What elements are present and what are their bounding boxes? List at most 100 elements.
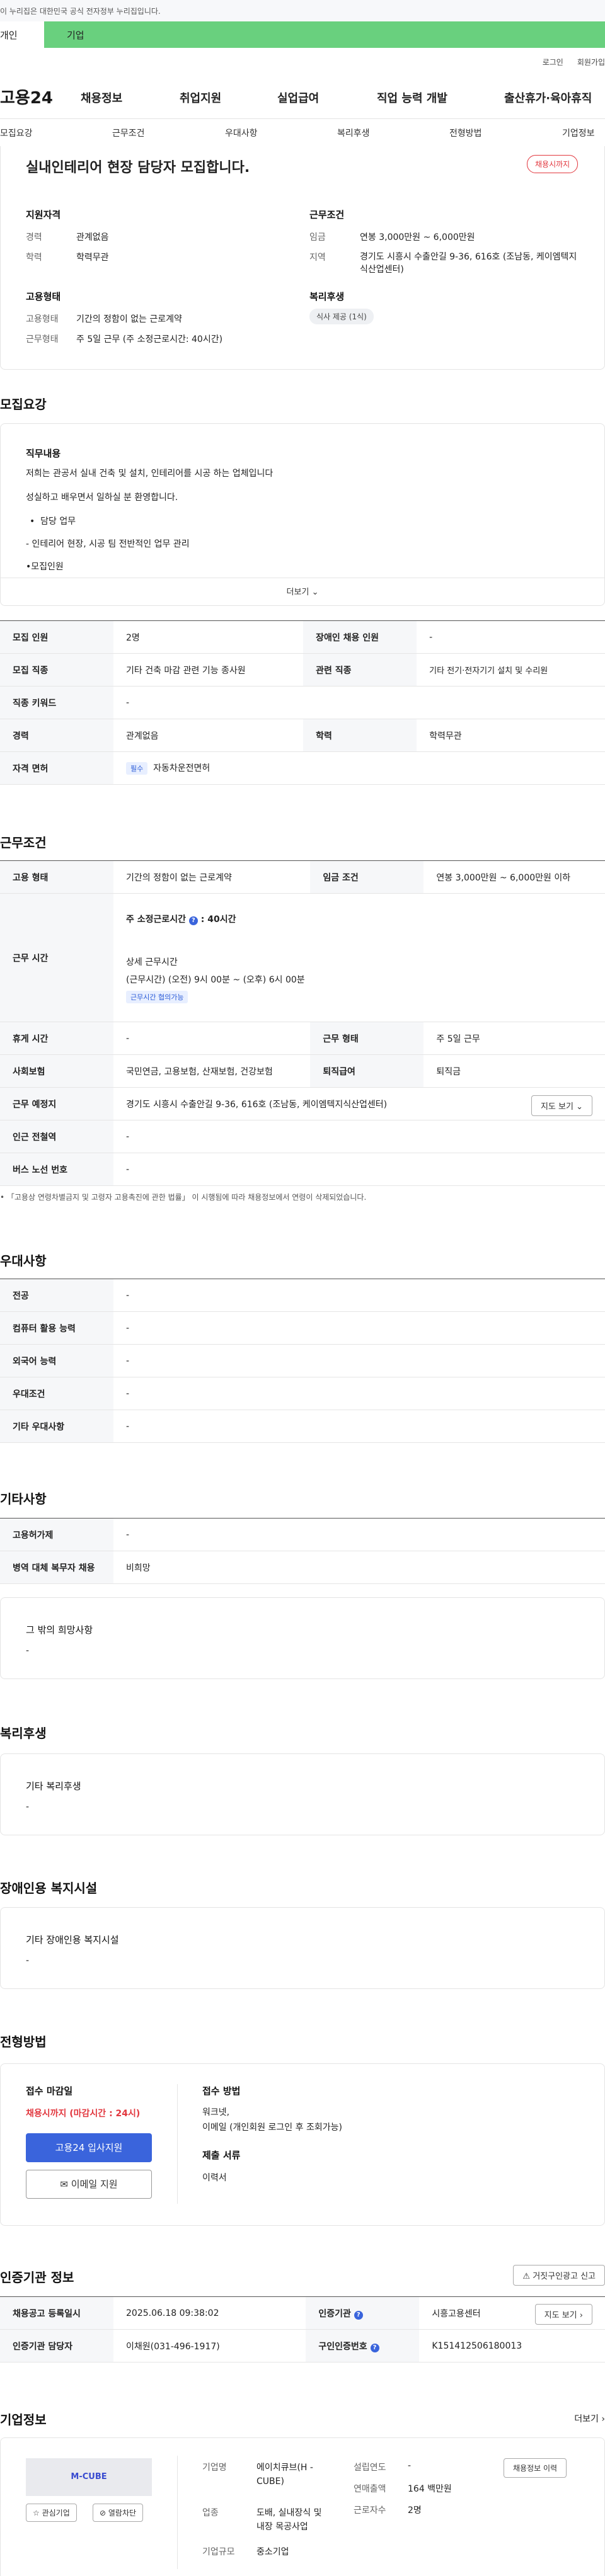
wage-label: 임금: [309, 232, 326, 242]
recruit-heading: 모집요강: [0, 397, 47, 412]
gnb-item-leave[interactable]: 출산휴가·육아휴직: [504, 89, 592, 106]
more-label: 더보기: [286, 588, 309, 597]
block-button[interactable]: ⊘ 열람차단: [93, 2504, 144, 2522]
gov-notice-text: 이 누리집은 대한민국 공식 전자정부 누리집입니다.: [0, 7, 161, 16]
table-row: 모집 직종 기타 건축 마감 관련 기능 종사원 관련 직종 기타 전기·전자기기 설…: [0, 653, 605, 687]
cell-value: 주 5일 근무: [424, 1022, 605, 1055]
qual-title: 지원자격: [26, 209, 61, 220]
cell-value: 관계없음: [113, 719, 304, 752]
cell-value: 비희망: [113, 1551, 605, 1584]
apply-button[interactable]: 고용24 입사지원: [26, 2133, 152, 2162]
industry-label: 업종: [202, 2508, 219, 2518]
size-label: 기업규모: [202, 2547, 235, 2557]
cell-value: -: [113, 1410, 605, 1443]
apply-label: 고용24 입사지원: [55, 2142, 123, 2153]
cell-label: 근무 예정지: [0, 1087, 113, 1120]
work-hours-label: 근무형태: [26, 334, 59, 345]
subnav-company[interactable]: 기업정보: [562, 127, 595, 139]
gnb-item-training[interactable]: 직업 능력 개발: [377, 89, 447, 106]
duty-bullet: • 담당 업무: [30, 516, 76, 527]
interest-button[interactable]: ☆ 관심기업: [26, 2504, 77, 2522]
emp-title: 고용형태: [26, 291, 61, 302]
subnav-pref[interactable]: 우대사항: [225, 127, 258, 139]
subnav-process[interactable]: 전형방법: [449, 127, 482, 139]
cell-value: -: [113, 1279, 605, 1312]
cell-label: 구인인증번호 ?: [306, 2329, 420, 2362]
hire-history-button[interactable]: 채용정보 이력: [504, 2458, 567, 2478]
tab-individual[interactable]: 개인: [0, 21, 44, 48]
detail-hours-value: (근무시간) (오전) 9시 00분 ~ (오후) 6시 00분: [126, 974, 305, 985]
bell-icon: ⚠: [522, 2272, 531, 2281]
cell-label: 채용공고 등록일시: [0, 2296, 113, 2330]
info-icon[interactable]: ?: [188, 916, 198, 925]
site-logo[interactable]: 고용24: [0, 85, 53, 108]
table-row: 경력 관계없음 학력 학력무관: [0, 719, 605, 752]
company-more-link[interactable]: 더보기 ›: [574, 2412, 605, 2425]
table-row: 사회보험 국민연금, 고용보험, 산재보험, 건강보험 퇴직급여 퇴직금: [0, 1054, 605, 1088]
benefit-value: -: [26, 1802, 30, 1812]
table-row: 인증기관 담당자 이채원(031-496-1917) 구인인증번호 ? K151412…: [0, 2329, 605, 2362]
company-more-label: 더보기: [574, 2414, 599, 2424]
work-hours-cell: 주 소정근로시간 ? : 40시간 상세 근무시간 (근무시간) (오전) 9시…: [113, 893, 605, 1022]
proc-card: 접수 마감일 채용시까지 (마감시간 : 24시) 고용24 입사지원 ✉ 이메…: [0, 2063, 605, 2226]
more-button[interactable]: 더보기 ⌄: [1, 585, 604, 597]
info-icon[interactable]: ?: [370, 2343, 379, 2352]
company-logo: M-CUBE: [26, 2458, 152, 2496]
cell-label: 인근 전철역: [0, 1120, 113, 1153]
subnav-work[interactable]: 근무조건: [112, 127, 145, 139]
table-row: 채용공고 등록일시 2025.06.18 09:38:02 인증기관 ? 시흥고용센터…: [0, 2296, 605, 2330]
cell-label: 컴퓨터 활용 능력: [0, 1311, 113, 1345]
cond-title: 근무조건: [309, 209, 345, 220]
gnb-item-jobs[interactable]: 채용정보: [81, 89, 122, 106]
job-title: 실내인테리어 현장 담당자 모집합니다.: [26, 160, 250, 176]
map-button[interactable]: 지도 보기 ⌄: [531, 1095, 592, 1116]
signup-link[interactable]: 회원가입: [577, 58, 605, 67]
table-row: 전공 -: [0, 1279, 605, 1312]
cell-value: 2명: [113, 620, 304, 654]
cell-value: 필수 자동차운전면허: [113, 751, 605, 785]
pref-heading: 우대사항: [0, 1253, 47, 1268]
cert-map-button[interactable]: 지도 보기 ›: [534, 2304, 592, 2325]
cell-label: 모집 인원: [0, 620, 113, 654]
weekly-hours: 주 소정근로시간 ? : 40시간: [126, 914, 236, 925]
duty-line-3: - 인테리어 현장, 시공 팀 전반적인 업무 관리: [26, 539, 190, 549]
subnav-benefit[interactable]: 복리후생: [337, 127, 370, 139]
welfare-title: 복리후생: [309, 291, 345, 302]
cell-value: 연봉 3,000만원 ~ 6,000만원 이하: [424, 860, 605, 894]
top-links: 로그인 회원가입: [529, 57, 605, 67]
duty-line-4: •모집인원: [26, 562, 64, 572]
gnb-item-unemployment[interactable]: 실업급여: [277, 89, 319, 106]
area-label: 지역: [309, 253, 326, 263]
cell-label: 휴게 시간: [0, 1022, 113, 1055]
table-row: 모집 인원 2명 장애인 채용 인원 -: [0, 620, 605, 654]
login-link[interactable]: 로그인: [543, 58, 563, 67]
report-button[interactable]: ⚠ 거짓구인광고 신고: [513, 2265, 605, 2286]
info-icon[interactable]: ?: [354, 2310, 363, 2320]
disab-card: 기타 장애인용 복지시설 -: [0, 1907, 605, 1989]
gov-notice-bar: 이 누리집은 대한민국 공식 전자정부 누리집입니다.: [0, 0, 605, 21]
cell-label: 버스 노선 번호: [0, 1153, 113, 1186]
cell-label: 전공: [0, 1279, 113, 1312]
cell-label: 고용허가제: [0, 1518, 113, 1551]
subnav-recruit[interactable]: 모집요강: [0, 127, 33, 139]
duty-card: 직무내용 저희는 관공서 실내 건축 및 설치, 인테리어를 시공 하는 업체입…: [0, 423, 605, 606]
cell-value: -: [113, 1344, 605, 1377]
cell-label: 관련 직종: [303, 653, 417, 687]
cell-label: 경력: [0, 719, 113, 752]
gnb-item-employment-support[interactable]: 취업지원: [180, 89, 221, 106]
email-apply-button[interactable]: ✉ 이메일 지원: [26, 2170, 152, 2199]
chevron-down-icon: ⌄: [311, 588, 319, 597]
duty-bullet-text: 담당 업무: [40, 516, 76, 527]
cert-table: 채용공고 등록일시 2025.06.18 09:38:02 인증기관 ? 시흥고용센터…: [0, 2296, 605, 2362]
report-label: 거짓구인광고 신고: [533, 2272, 596, 2281]
negotiable-chip: 근무시간 협의가능: [126, 990, 188, 1003]
emp-type-value: 기간의 정함이 없는 근로계약: [76, 314, 182, 324]
chevron-right-icon: ›: [579, 2311, 583, 2320]
block-label: 열람차단: [108, 2509, 137, 2517]
tab-corporate[interactable]: 기업: [44, 21, 605, 48]
docs-title: 제출 서류: [202, 2150, 241, 2161]
employees-value: 2명: [408, 2505, 422, 2516]
deadline-title: 접수 마감일: [26, 2085, 73, 2097]
work-table: 고용 형태 기간의 정함이 없는 근로계약 임금 조건 연봉 3,000만원 ~ 6,…: [0, 860, 605, 1186]
welfare-pill: 식사 제공 (1식): [309, 309, 374, 324]
